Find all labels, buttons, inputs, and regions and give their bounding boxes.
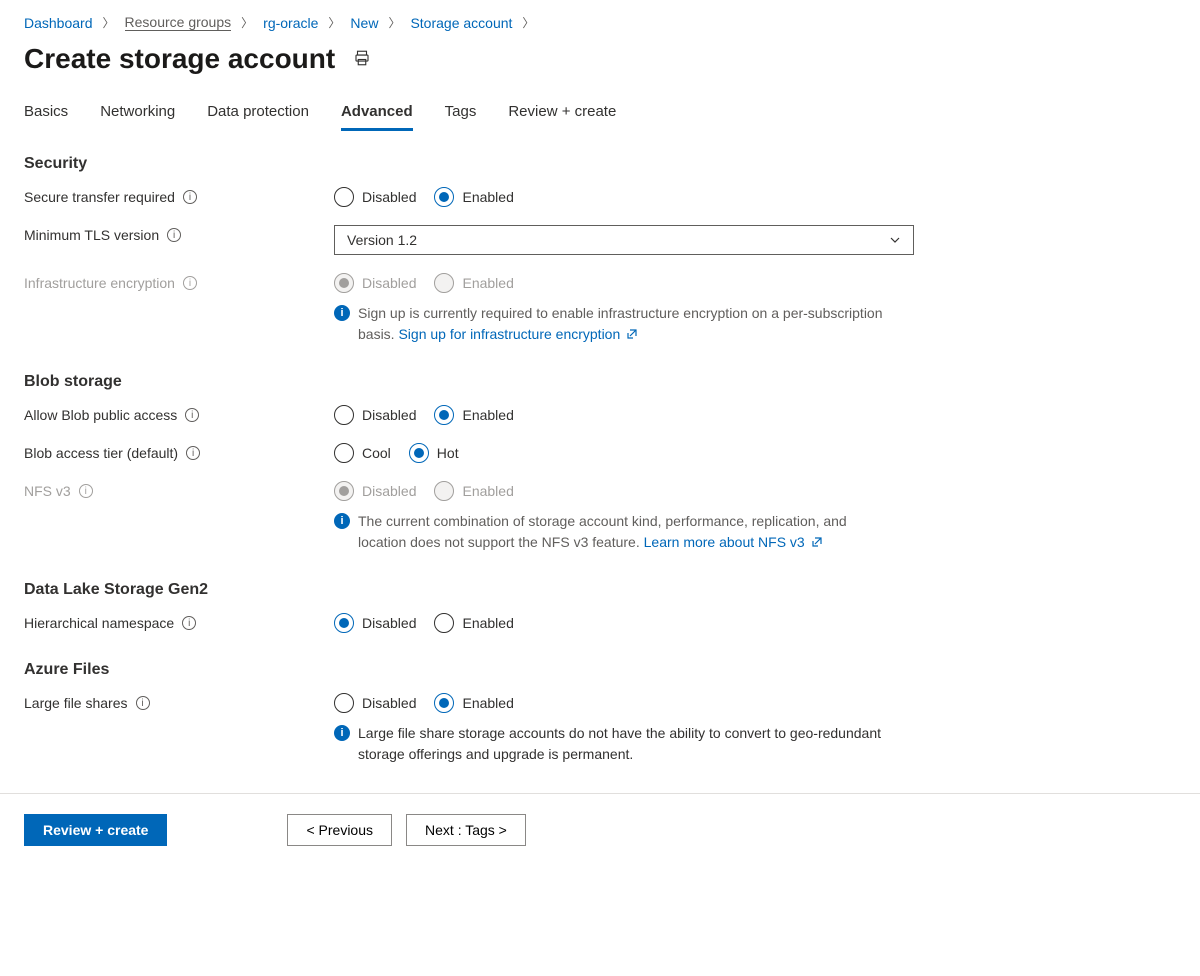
tab-networking[interactable]: Networking xyxy=(100,99,175,131)
select-tls-version[interactable]: Version 1.2 xyxy=(334,225,914,255)
review-create-button[interactable]: Review + create xyxy=(24,814,167,846)
radio-tier-cool[interactable]: Cool xyxy=(334,443,391,463)
tab-tags[interactable]: Tags xyxy=(445,99,477,131)
chevron-right-icon: 〉 xyxy=(103,14,115,31)
tab-data-protection[interactable]: Data protection xyxy=(207,99,309,131)
radio-lfs-enabled[interactable]: Enabled xyxy=(434,693,513,713)
nfs-info-text: The current combination of storage accou… xyxy=(358,511,894,553)
radio-hns-enabled[interactable]: Enabled xyxy=(434,613,513,633)
link-signup-infra-enc[interactable]: Sign up for infrastructure encryption xyxy=(398,326,638,342)
breadcrumb-rg-oracle[interactable]: rg-oracle xyxy=(263,15,318,31)
radio-lfs-disabled[interactable]: Disabled xyxy=(334,693,416,713)
label-blob-public-access: Allow Blob public access xyxy=(24,407,177,423)
radio-blob-public-enabled[interactable]: Enabled xyxy=(434,405,513,425)
lfs-info-text: Large file share storage accounts do not… xyxy=(358,723,894,765)
radio-tier-hot[interactable]: Hot xyxy=(409,443,459,463)
label-blob-tier: Blob access tier (default) xyxy=(24,445,178,461)
section-dlsg2-title: Data Lake Storage Gen2 xyxy=(24,581,1176,599)
info-circle-icon: i xyxy=(334,305,350,321)
tabs: Basics Networking Data protection Advanc… xyxy=(24,99,1176,131)
chevron-right-icon: 〉 xyxy=(328,14,340,31)
info-icon[interactable]: i xyxy=(182,616,196,630)
radio-hns-disabled[interactable]: Disabled xyxy=(334,613,416,633)
section-files-title: Azure Files xyxy=(24,661,1176,679)
external-link-icon xyxy=(626,328,638,340)
label-nfs: NFS v3 xyxy=(24,483,71,499)
chevron-right-icon: 〉 xyxy=(241,14,253,31)
radio-infra-enabled: Enabled xyxy=(434,273,513,293)
info-icon[interactable]: i xyxy=(167,228,181,242)
tab-advanced[interactable]: Advanced xyxy=(341,99,413,131)
info-icon[interactable]: i xyxy=(185,408,199,422)
radio-nfs-enabled: Enabled xyxy=(434,481,513,501)
footer: Review + create < Previous Next : Tags > xyxy=(0,793,1200,870)
label-hns: Hierarchical namespace xyxy=(24,615,174,631)
info-icon[interactable]: i xyxy=(183,276,197,290)
chevron-right-icon: 〉 xyxy=(388,14,400,31)
label-lfs: Large file shares xyxy=(24,695,128,711)
radio-secure-transfer-disabled[interactable]: Disabled xyxy=(334,187,416,207)
tab-review-create[interactable]: Review + create xyxy=(508,99,616,131)
info-icon[interactable]: i xyxy=(186,446,200,460)
select-tls-value: Version 1.2 xyxy=(347,232,417,248)
next-button[interactable]: Next : Tags > xyxy=(406,814,526,846)
info-circle-icon: i xyxy=(334,513,350,529)
page-title: Create storage account xyxy=(24,43,335,75)
label-infra-encryption: Infrastructure encryption xyxy=(24,275,175,291)
link-learn-nfs[interactable]: Learn more about NFS v3 xyxy=(644,534,823,550)
tab-basics[interactable]: Basics xyxy=(24,99,68,131)
radio-blob-public-disabled[interactable]: Disabled xyxy=(334,405,416,425)
info-icon[interactable]: i xyxy=(79,484,93,498)
section-blob-title: Blob storage xyxy=(24,373,1176,391)
chevron-down-icon xyxy=(889,234,901,246)
radio-infra-disabled: Disabled xyxy=(334,273,416,293)
breadcrumb-storage-account[interactable]: Storage account xyxy=(410,15,512,31)
breadcrumb-dashboard[interactable]: Dashboard xyxy=(24,15,93,31)
info-icon[interactable]: i xyxy=(183,190,197,204)
section-security-title: Security xyxy=(24,155,1176,173)
label-secure-transfer: Secure transfer required xyxy=(24,189,175,205)
info-icon[interactable]: i xyxy=(136,696,150,710)
breadcrumb-new[interactable]: New xyxy=(350,15,378,31)
external-link-icon xyxy=(811,536,823,548)
print-icon[interactable] xyxy=(353,49,371,70)
chevron-right-icon: 〉 xyxy=(522,14,534,31)
breadcrumb-resource-groups[interactable]: Resource groups xyxy=(125,14,232,31)
label-tls-version: Minimum TLS version xyxy=(24,227,159,243)
infra-enc-info-text: Sign up is currently required to enable … xyxy=(358,303,894,345)
previous-button[interactable]: < Previous xyxy=(287,814,392,846)
breadcrumb: Dashboard 〉 Resource groups 〉 rg-oracle … xyxy=(24,14,1176,31)
radio-secure-transfer-enabled[interactable]: Enabled xyxy=(434,187,513,207)
info-circle-icon: i xyxy=(334,725,350,741)
radio-nfs-disabled: Disabled xyxy=(334,481,416,501)
